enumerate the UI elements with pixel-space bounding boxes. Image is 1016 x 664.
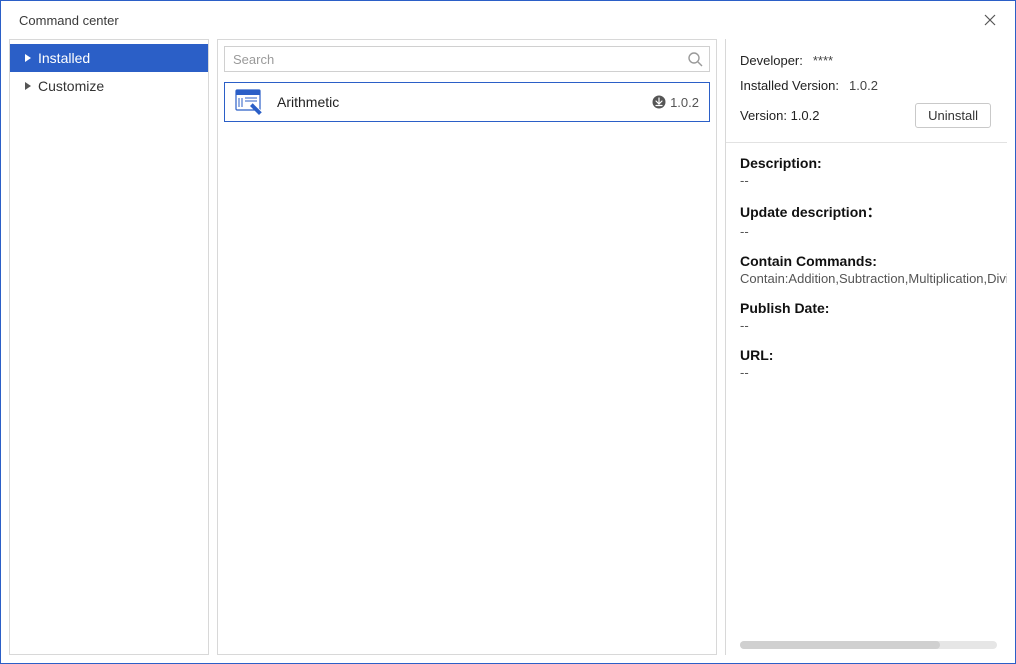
sidebar-item-label: Installed <box>38 50 90 66</box>
uninstall-button[interactable]: Uninstall <box>915 103 991 128</box>
installed-version-row: Installed Version: 1.0.2 <box>740 78 1007 93</box>
window-title: Command center <box>19 13 119 28</box>
contain-commands-heading: Contain Commands: <box>740 253 1007 269</box>
update-description-body: -- <box>740 224 1007 239</box>
contain-commands-body: Contain:Addition,Subtraction,Multiplicat… <box>740 271 1007 286</box>
description-body: -- <box>740 173 1007 188</box>
download-icon <box>652 95 666 109</box>
description-section: Description: -- <box>740 155 1007 188</box>
sidebar-item-installed[interactable]: Installed <box>10 44 208 72</box>
search-input[interactable] <box>233 52 687 67</box>
developer-value: **** <box>813 53 833 68</box>
publish-date-heading: Publish Date: <box>740 300 1007 316</box>
command-version-text: 1.0.2 <box>670 95 699 110</box>
url-heading: URL: <box>740 347 1007 363</box>
meta-rows: Developer: **** Installed Version: 1.0.2… <box>740 53 1007 128</box>
command-row-arithmetic[interactable]: Arithmetic 1.0.2 <box>224 82 710 122</box>
developer-label: Developer: <box>740 53 803 68</box>
publish-date-section: Publish Date: -- <box>740 300 1007 333</box>
contain-commands-section: Contain Commands: Contain:Addition,Subtr… <box>740 253 1007 286</box>
content-area: Installed Customize <box>1 39 1015 663</box>
command-version: 1.0.2 <box>652 95 699 110</box>
chevron-right-icon <box>24 82 32 90</box>
horizontal-scrollbar-thumb[interactable] <box>740 641 940 649</box>
details-panel: Developer: **** Installed Version: 1.0.2… <box>725 39 1007 655</box>
sections: Description: -- Update description： -- C… <box>740 155 1007 380</box>
version-label: Version: 1.0.2 <box>740 108 820 123</box>
search-box[interactable] <box>224 46 710 72</box>
chevron-right-icon <box>24 54 32 62</box>
installed-version-label: Installed Version: <box>740 78 839 93</box>
description-heading: Description: <box>740 155 1007 171</box>
command-icon <box>235 89 263 115</box>
command-name: Arithmetic <box>277 94 638 110</box>
url-body: -- <box>740 365 1007 380</box>
sidebar-item-label: Customize <box>38 78 104 94</box>
installed-version-value: 1.0.2 <box>849 78 878 93</box>
command-center-window: Command center Installed Customize <box>0 0 1016 664</box>
command-list: Arithmetic 1.0.2 <box>224 82 710 648</box>
update-description-heading: Update description： <box>740 202 1007 222</box>
divider <box>726 142 1007 143</box>
developer-row: Developer: **** <box>740 53 1007 68</box>
close-icon[interactable] <box>979 9 1001 31</box>
sidebar-item-customize[interactable]: Customize <box>10 72 208 100</box>
publish-date-body: -- <box>740 318 1007 333</box>
url-section: URL: -- <box>740 347 1007 380</box>
search-icon <box>687 51 703 67</box>
center-panel: Arithmetic 1.0.2 <box>217 39 717 655</box>
titlebar: Command center <box>1 1 1015 39</box>
update-description-section: Update description： -- <box>740 202 1007 239</box>
sidebar: Installed Customize <box>9 39 209 655</box>
version-row: Version: 1.0.2 Uninstall <box>740 103 1007 128</box>
